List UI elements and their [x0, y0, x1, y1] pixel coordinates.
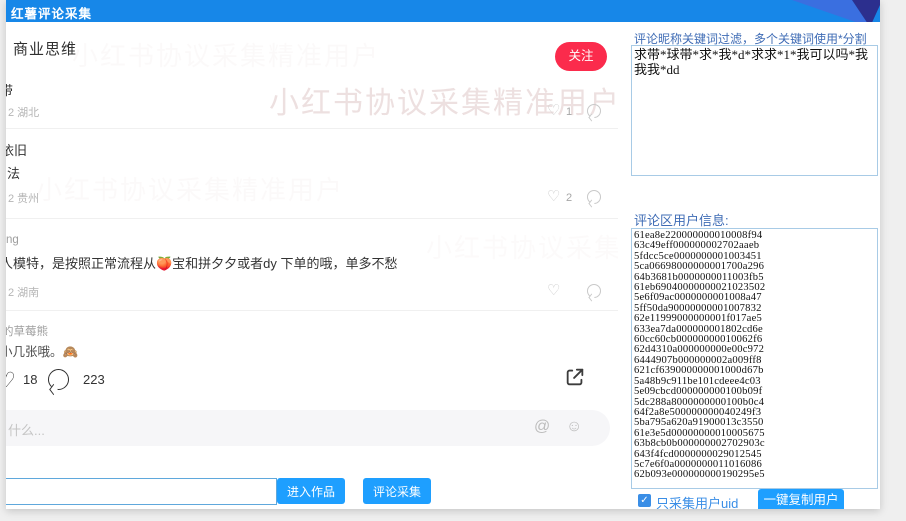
comment-username[interactable]: ng	[6, 234, 19, 246]
mention-at-icon[interactable]: @	[534, 418, 550, 436]
like-heart-icon[interactable]: ♡	[547, 189, 560, 204]
uid-only-checkbox[interactable]: ✓	[638, 494, 651, 507]
window-title: 红薯评论采集	[11, 3, 92, 22]
like-heart-icon[interactable]: ♡	[547, 103, 560, 118]
watermark-faint: 小红书协议采集精准用户	[426, 228, 618, 265]
comment-text: 依旧	[6, 140, 27, 159]
composer-placeholder: 什么...	[8, 420, 45, 439]
follow-button[interactable]: 关注	[555, 42, 607, 71]
divider	[6, 128, 618, 129]
divider	[6, 218, 618, 219]
enter-note-button[interactable]: 进入作品	[277, 478, 345, 504]
post-comment-icon[interactable]	[48, 369, 69, 390]
comment-meta: 2 湖北	[8, 104, 39, 120]
title-bar[interactable]: 红薯评论采集	[6, 0, 880, 22]
like-count: 2	[566, 192, 572, 204]
comment-text: 人模特，是按照正常流程从🍑宝和拼夕夕或者dy 下单的哦，单多不愁	[6, 253, 398, 272]
post-like-count: 18	[23, 372, 37, 387]
like-count: 1	[566, 106, 572, 118]
comment-meta: 2 湖南	[8, 284, 39, 300]
comment-text: 小几张哦。🙈	[6, 341, 78, 360]
screen: 红薯评论采集 小红书协议采集精准用户 小红书协议采集精准用户 小红书协议采集精准…	[0, 0, 906, 521]
comments-pane: 小红书协议采集精准用户 小红书协议采集精准用户 小红书协议采集精准用户 小红书协…	[6, 22, 618, 509]
comment-text: 带	[6, 80, 13, 99]
copy-user-ids-button[interactable]: 一键复制用户ID	[758, 489, 844, 509]
comment-text: 法	[7, 163, 20, 182]
post-author-title: 商业思维	[13, 38, 77, 59]
emoji-smiley-icon[interactable]: ☺	[566, 418, 582, 436]
app-window: 红薯评论采集 小红书协议采集精准用户 小红书协议采集精准用户 小红书协议采集精准…	[6, 0, 880, 509]
comment-composer[interactable]: 什么... @ ☺	[6, 410, 610, 446]
like-heart-icon[interactable]: ♡	[547, 283, 560, 298]
user-info-label: 评论区用户信息:	[634, 210, 729, 229]
divider	[6, 310, 618, 311]
comment-meta: 2 贵州	[8, 190, 39, 206]
collect-comments-button[interactable]: 评论采集	[363, 478, 431, 504]
open-external-icon[interactable]	[564, 366, 586, 388]
uid-only-label[interactable]: 只采集用户uid	[656, 493, 738, 509]
reply-bubble-icon[interactable]	[587, 190, 601, 204]
note-url-input[interactable]	[6, 478, 277, 505]
post-comment-count: 223	[83, 372, 105, 387]
comment-username[interactable]: 的草莓熊	[6, 323, 48, 339]
user-id-list-textarea[interactable]: 61ea8e220000000010008f94 63c49eff0000000…	[631, 228, 878, 489]
collector-pane: 评论昵称关键词过滤，多个关键词使用*分割 求带*球带*求*我*d*求求*1*我可…	[624, 22, 880, 509]
keyword-filter-textarea[interactable]: 求带*球带*求*我*d*求求*1*我可以吗*我我我*dd	[631, 45, 878, 176]
post-like-icon[interactable]: ♡	[6, 368, 16, 393]
watermark-faint: 小红书协议采集精准用户	[36, 170, 344, 207]
reply-bubble-icon[interactable]	[587, 104, 601, 118]
watermark-faint: 小红书协议采集精准用户	[72, 36, 380, 73]
reply-bubble-icon[interactable]	[587, 284, 601, 298]
